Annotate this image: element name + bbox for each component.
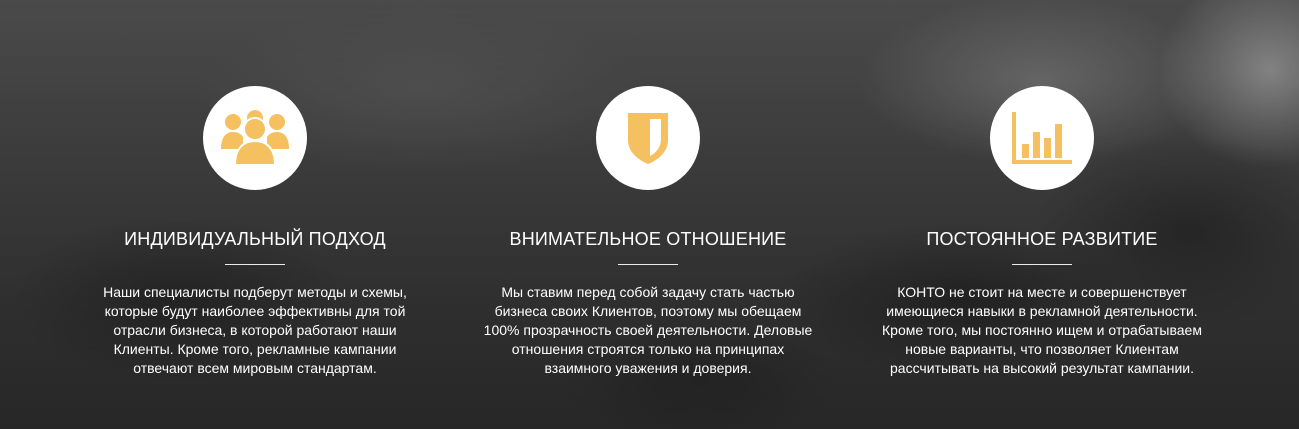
blurred-office-background: ИНДИВИДУАЛЬНЫЙ ПОДХОД Наши специалисты п… <box>0 0 1299 429</box>
description-line: отрасли бизнеса, в которой работают наши <box>113 322 397 338</box>
feature-individual-approach: ИНДИВИДУАЛЬНЫЙ ПОДХОД Наши специалисты п… <box>55 86 455 378</box>
title-divider <box>225 264 285 265</box>
shield-icon-circle <box>596 86 700 190</box>
bar-chart-icon-circle <box>990 86 1094 190</box>
bar-chart-icon <box>1012 112 1072 164</box>
team-icon <box>221 110 289 166</box>
description-line: КОНТО не стоит на месте и совершенствует <box>897 284 1187 300</box>
description-line: Клиенты. Кроме того, рекламные кампании <box>113 341 397 357</box>
description-line: бизнеса своих Клиентов, поэтому мы обеща… <box>494 303 802 319</box>
team-icon-circle <box>203 86 307 190</box>
feature-description: Мы ставим перед собой задачу стать часть… <box>478 283 818 378</box>
feature-description: КОНТО не стоит на месте и совершенствует… <box>872 283 1212 378</box>
description-line: которые будут наиболее эффективны для то… <box>104 303 406 319</box>
description-line: Кроме того, мы постоянно ищем и отрабаты… <box>882 322 1202 338</box>
features-section: ИНДИВИДУАЛЬНЫЙ ПОДХОД Наши специалисты п… <box>0 0 1299 429</box>
feature-constant-development: ПОСТОЯННОЕ РАЗВИТИЕ КОНТО не стоит на ме… <box>842 86 1242 378</box>
description-line: Наши специалисты подберут методы и схемы… <box>103 284 407 300</box>
description-line: взаимного уважения и доверия. <box>544 360 752 376</box>
feature-title: ВНИМАТЕЛЬНОЕ ОТНОШЕНИЕ <box>509 229 787 249</box>
feature-attentive-attitude: ВНИМАТЕЛЬНОЕ ОТНОШЕНИЕ Мы ставим перед с… <box>448 86 848 378</box>
description-line: 100% прозрачность своей деятельности. Де… <box>483 322 813 338</box>
description-line: отношения строятся только на принципах <box>511 341 785 357</box>
shield-icon <box>628 113 668 164</box>
feature-description: Наши специалисты подберут методы и схемы… <box>85 283 425 378</box>
title-divider <box>1012 264 1072 265</box>
description-line: отвечают всем мировым стандартам. <box>133 360 377 376</box>
description-line: новые варианты, что позволяет Клиентам <box>905 341 1179 357</box>
title-divider <box>618 264 678 265</box>
description-line: Мы ставим перед собой задачу стать часть… <box>501 284 795 300</box>
feature-title: ПОСТОЯННОЕ РАЗВИТИЕ <box>926 229 1158 249</box>
description-line: рассчитывать на высокий результат кампан… <box>890 360 1194 376</box>
feature-title: ИНДИВИДУАЛЬНЫЙ ПОДХОД <box>124 229 386 249</box>
description-line: имеющиеся навыки в рекламной деятельност… <box>886 303 1198 319</box>
